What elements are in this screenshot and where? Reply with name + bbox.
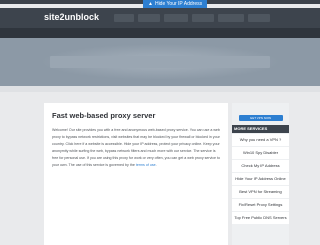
service-link[interactable]: Fix/Reset Proxy Settings	[232, 199, 289, 211]
nav-item[interactable]	[138, 14, 160, 22]
get-vpn-button[interactable]: GET VPN NOW	[238, 115, 283, 121]
service-link[interactable]: Win10 Spy Disabler	[232, 147, 289, 159]
url-input[interactable]	[50, 56, 270, 68]
nav-item[interactable]	[218, 14, 244, 22]
service-link[interactable]: Hide Your IP Address Online	[232, 173, 289, 185]
service-link[interactable]: Why you need a VPN ?	[232, 134, 289, 146]
nav-item[interactable]	[248, 14, 270, 22]
intro-paragraph: Welcome! Our site provides you with a fr…	[52, 128, 220, 167]
hide-ip-label: Hide Your IP Address	[154, 1, 203, 7]
nav-item[interactable]	[164, 14, 188, 22]
navbar: site2unblock	[0, 8, 320, 28]
services-list: Why you need a VPN ? Win10 Spy Disabler …	[232, 134, 289, 224]
more-services-heading: MORE SERVICES	[232, 125, 289, 133]
sub-bar	[0, 28, 320, 38]
service-link[interactable]: Best VPN for Streaming	[232, 186, 289, 198]
nav-item[interactable]	[192, 14, 214, 22]
hero-banner	[0, 38, 320, 86]
hide-ip-button[interactable]: ▲ Hide Your IP Address	[143, 0, 208, 8]
intro-text: Welcome! Our site provides you with a fr…	[52, 128, 220, 167]
shield-icon: ▲	[148, 1, 153, 7]
service-link[interactable]: Check My IP Address	[232, 160, 289, 172]
nav-item[interactable]	[114, 14, 134, 22]
service-link[interactable]: Top Free Public DNS Servers	[232, 212, 289, 224]
site-logo[interactable]: site2unblock	[44, 12, 99, 23]
nav-menu	[114, 14, 270, 22]
separator-band	[0, 86, 320, 92]
sidebar: GET VPN NOW MORE SERVICES Why you need a…	[232, 103, 289, 245]
main-content-card: Fast web-based proxy server Welcome! Our…	[44, 103, 228, 245]
page-title: Fast web-based proxy server	[52, 111, 156, 120]
terms-link[interactable]: terms of use	[136, 163, 156, 167]
